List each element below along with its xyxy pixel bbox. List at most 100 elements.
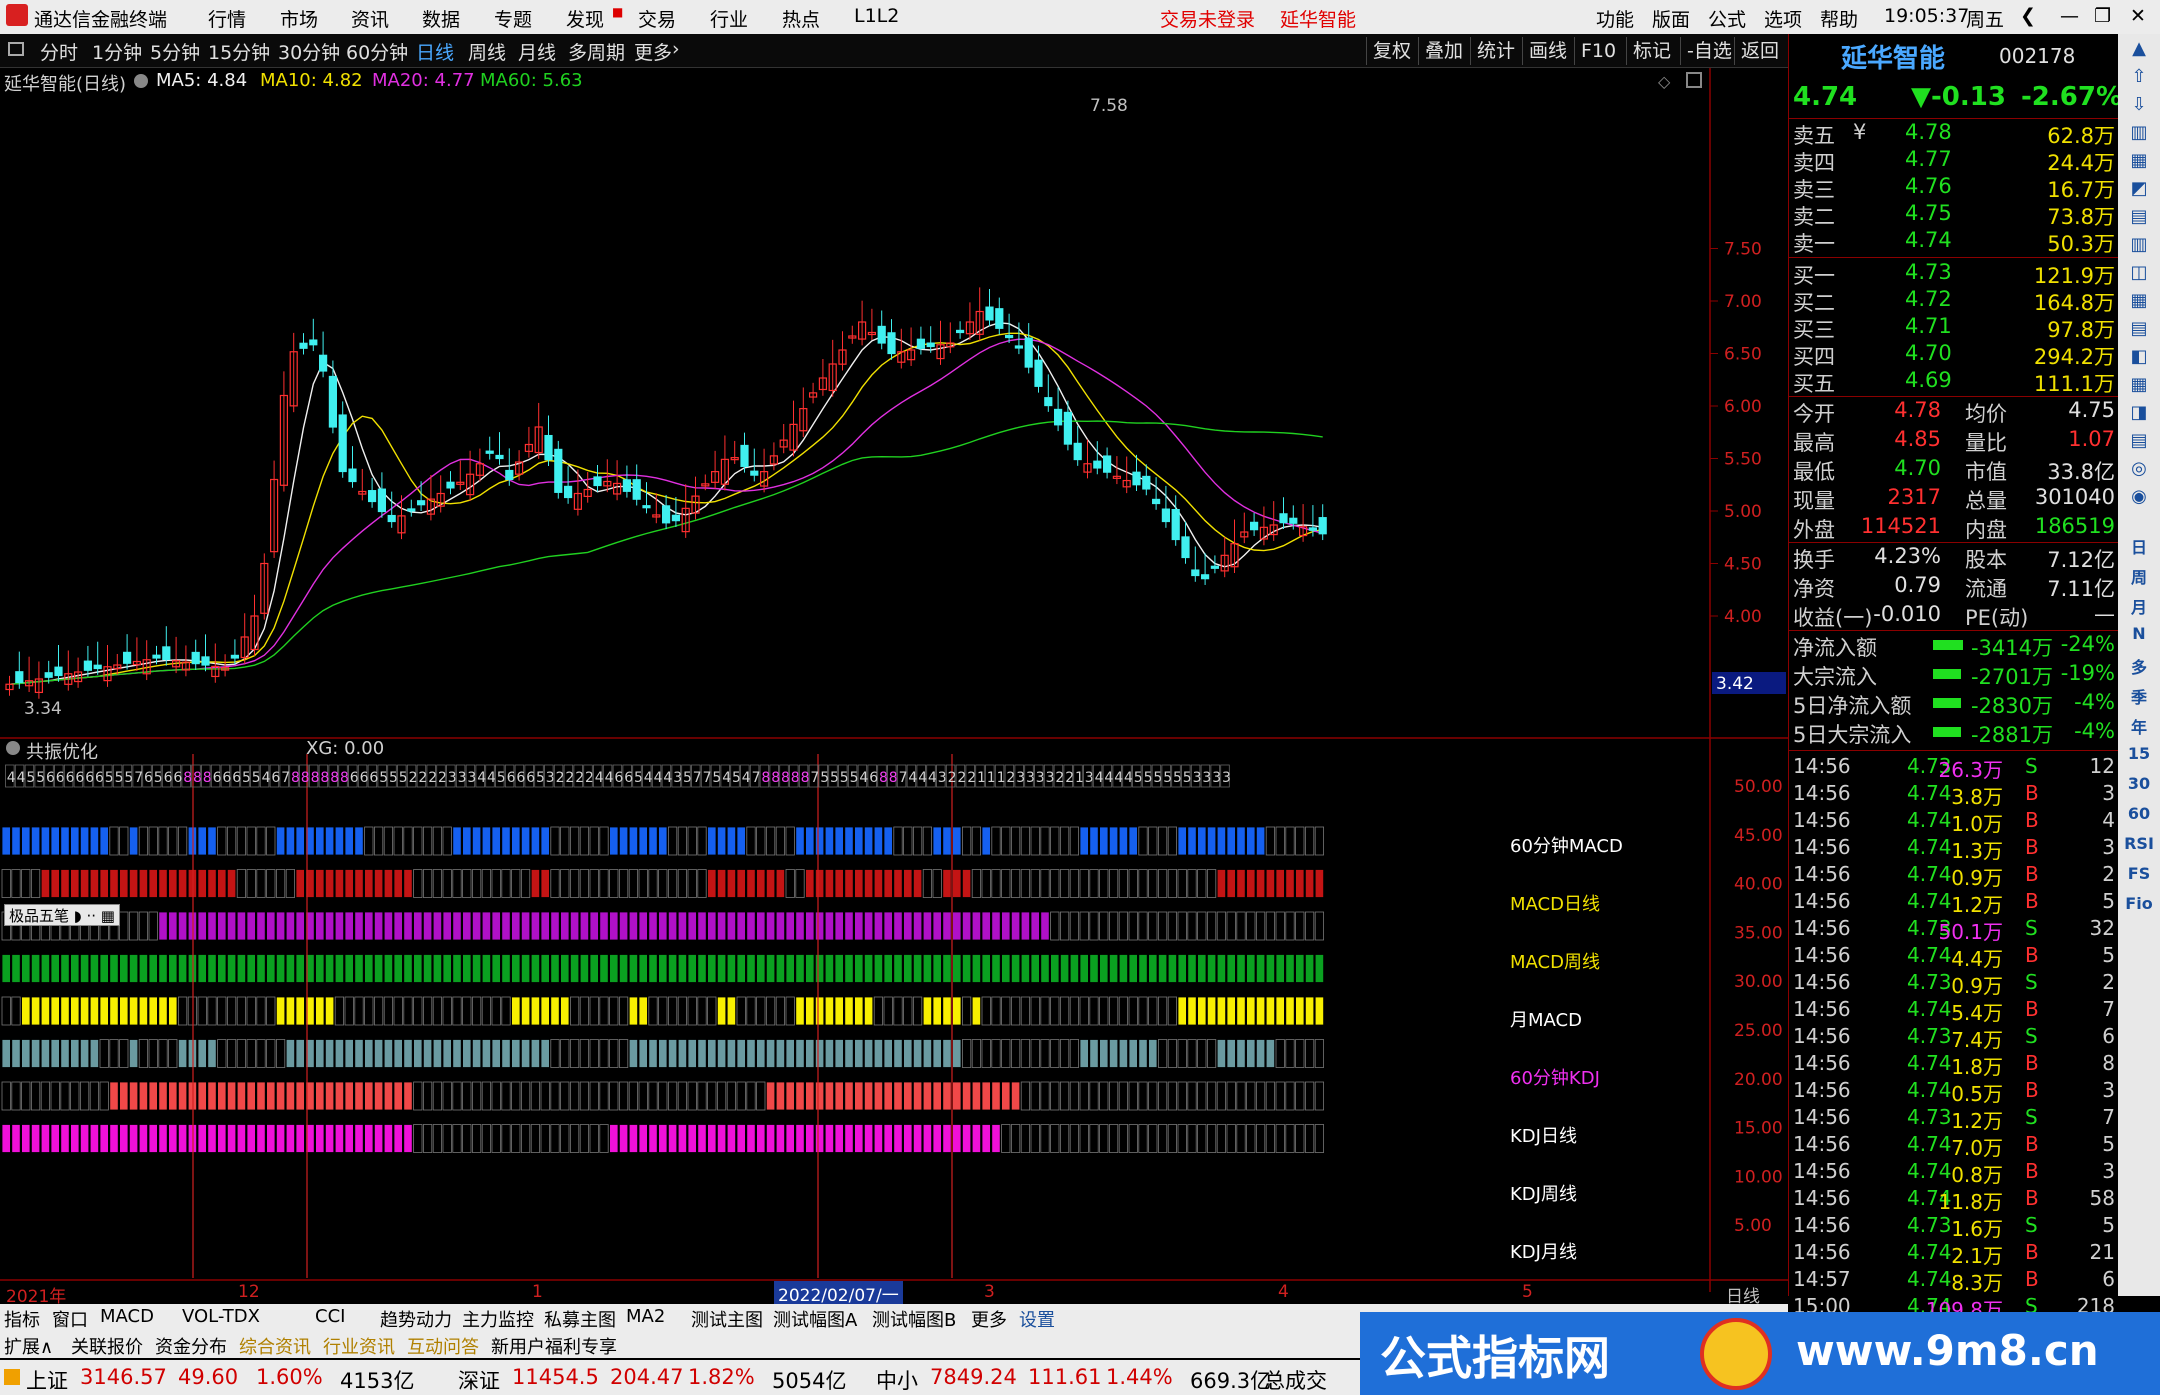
ext-tab-3[interactable]: 综合资讯 — [239, 1333, 311, 1359]
indicator-tab-2[interactable]: MACD — [100, 1306, 154, 1327]
menu-l1l2[interactable]: L1L2 — [854, 5, 899, 27]
indicator-tab-0[interactable]: 指标 — [4, 1306, 40, 1332]
kline-svg[interactable]: 7.507.006.506.005.505.004.504.00 50.0045… — [0, 68, 1788, 1292]
side-tool-icon[interactable]: ◫ — [2124, 262, 2154, 288]
side-tool-icon[interactable]: ▲ — [2124, 38, 2154, 64]
menu-market[interactable]: 市场 — [280, 5, 318, 32]
menu-trade[interactable]: 交易 — [638, 5, 676, 32]
f10-button[interactable]: F10 — [1574, 37, 1622, 65]
indicator-tab-5[interactable]: 趋势动力 — [380, 1306, 452, 1332]
side-tool-0[interactable]: 日 — [2122, 534, 2156, 560]
menu-news[interactable]: 资讯 — [351, 5, 389, 32]
side-tool-icon[interactable]: ◉ — [2124, 486, 2154, 512]
restore-icon[interactable]: ❐ — [2094, 5, 2111, 27]
ext-tab-4[interactable]: 行业资讯 — [323, 1333, 395, 1359]
mark-button[interactable]: 标记 — [1626, 37, 1677, 65]
period-daily[interactable]: 日线 — [416, 38, 454, 65]
period-60min[interactable]: 60分钟 — [346, 38, 408, 65]
indicator-tab-3[interactable]: VOL-TDX — [182, 1306, 260, 1327]
menu-topic[interactable]: 专题 — [494, 5, 532, 32]
overlay-button[interactable]: 叠加 — [1418, 37, 1469, 65]
window-icon[interactable] — [1686, 72, 1702, 88]
side-tool-6[interactable]: 年 — [2122, 714, 2156, 740]
side-tool-icon[interactable]: ▥ — [2124, 122, 2154, 148]
side-tool-icon[interactable]: ▤ — [2124, 318, 2154, 344]
draw-button[interactable]: 画线 — [1522, 37, 1573, 65]
indicator-tab-8[interactable]: MA2 — [626, 1306, 665, 1327]
menu-function[interactable]: 功能 — [1596, 5, 1634, 32]
side-tool-icon[interactable]: ▦ — [2124, 374, 2154, 400]
side-tool-icon[interactable]: ◨ — [2124, 402, 2154, 428]
ext-tab-0[interactable]: 扩展∧ — [4, 1333, 53, 1359]
ext-tab-2[interactable]: 资金分布 — [155, 1333, 227, 1359]
menu-discover[interactable]: 发现 — [566, 5, 604, 32]
period-30min[interactable]: 30分钟 — [278, 38, 340, 65]
signal-bar — [932, 1124, 942, 1153]
side-tool-10[interactable]: RSI — [2122, 834, 2156, 860]
adjust-button[interactable]: 复权 — [1366, 37, 1417, 65]
indicator-tab-9[interactable]: 测试主图 — [691, 1306, 763, 1332]
indicator-tab-7[interactable]: 私募主图 — [544, 1306, 616, 1332]
menu-options[interactable]: 选项 — [1764, 5, 1802, 32]
settings-icon[interactable] — [134, 74, 148, 88]
menu-layout[interactable]: 版面 — [1652, 5, 1690, 32]
indicator-tab-13[interactable]: 设置 — [1019, 1306, 1055, 1332]
indicator-tab-10[interactable]: 测试幅图A — [773, 1306, 857, 1332]
chart-area[interactable]: 7.50 7.00 6.50 6.00 5.50 5.00 4.50 4.00 50.00 45… — [0, 68, 1788, 1307]
side-tool-1[interactable]: 周 — [2122, 564, 2156, 590]
period-5min[interactable]: 5分钟 — [150, 38, 200, 65]
back-button[interactable]: 返回 — [1734, 37, 1785, 65]
indicator-settings-icon[interactable] — [6, 741, 20, 755]
indicator-tab-1[interactable]: 窗口 — [52, 1306, 88, 1332]
side-tool-icon[interactable]: ▥ — [2124, 234, 2154, 260]
period-timeshare[interactable]: 分时 — [40, 38, 78, 65]
side-tool-12[interactable]: Fio — [2122, 894, 2156, 920]
ext-tab-5[interactable]: 互动问答 — [407, 1333, 479, 1359]
side-tool-icon[interactable]: ▤ — [2124, 430, 2154, 456]
side-tool-8[interactable]: 30 — [2122, 774, 2156, 800]
ime-toolbar[interactable]: 极品五笔 ◗ ·· ▦ — [4, 904, 120, 926]
side-tool-11[interactable]: FS — [2122, 864, 2156, 890]
diamond-icon[interactable]: ◇ — [1658, 72, 1670, 91]
login-status[interactable]: 交易未登录 — [1160, 5, 1255, 32]
menu-industry[interactable]: 行业 — [710, 5, 748, 32]
menu-hot[interactable]: 热点 — [782, 5, 820, 32]
side-tool-icon[interactable]: ▦ — [2124, 150, 2154, 176]
side-tool-7[interactable]: 15 — [2122, 744, 2156, 770]
period-more[interactable]: 更多 — [634, 38, 672, 65]
side-tool-icon[interactable]: ◩ — [2124, 178, 2154, 204]
indicator-tab-12[interactable]: 更多 — [971, 1306, 1007, 1332]
side-tool-icon[interactable]: ◧ — [2124, 346, 2154, 372]
side-tool-icon[interactable]: ⇧ — [2124, 66, 2154, 92]
back-icon[interactable]: ❮ — [2020, 5, 2036, 27]
ext-tab-1[interactable]: 关联报价 — [71, 1333, 143, 1359]
side-tool-icon[interactable]: ◎ — [2124, 458, 2154, 484]
side-tool-5[interactable]: 季 — [2122, 684, 2156, 710]
indicator-tab-6[interactable]: 主力监控 — [462, 1306, 534, 1332]
side-tool-9[interactable]: 60 — [2122, 804, 2156, 830]
panel-toggle-icon[interactable] — [8, 42, 24, 56]
side-tool-icon[interactable]: ▦ — [2124, 290, 2154, 316]
ext-tab-6[interactable]: 新用户福利专享 — [491, 1333, 617, 1359]
minimize-icon[interactable]: — — [2060, 5, 2079, 27]
watchlist-button[interactable]: -自选 — [1680, 37, 1738, 65]
menu-data[interactable]: 数据 — [422, 5, 460, 32]
period-weekly[interactable]: 周线 — [468, 38, 506, 65]
stats-button[interactable]: 统计 — [1470, 37, 1521, 65]
menu-quote[interactable]: 行情 — [208, 5, 246, 32]
period-multi[interactable]: 多周期 — [568, 38, 625, 65]
indicator-tab-4[interactable]: CCI — [315, 1306, 345, 1327]
side-tool-icon[interactable]: ⇩ — [2124, 94, 2154, 120]
period-1min[interactable]: 1分钟 — [92, 38, 142, 65]
close-icon[interactable]: ✕ — [2130, 5, 2146, 27]
side-tool-4[interactable]: 多 — [2122, 654, 2156, 680]
side-tool-icon[interactable]: ▤ — [2124, 206, 2154, 232]
menu-formula[interactable]: 公式 — [1708, 5, 1746, 32]
indicator-tab-11[interactable]: 测试幅图B — [872, 1306, 956, 1332]
period-15min[interactable]: 15分钟 — [208, 38, 270, 65]
chevron-right-icon[interactable]: › — [672, 38, 680, 60]
period-monthly[interactable]: 月线 — [518, 38, 556, 65]
menu-help[interactable]: 帮助 — [1820, 5, 1858, 32]
side-tool-2[interactable]: 月 — [2122, 594, 2156, 620]
side-tool-3[interactable]: N — [2122, 624, 2156, 650]
